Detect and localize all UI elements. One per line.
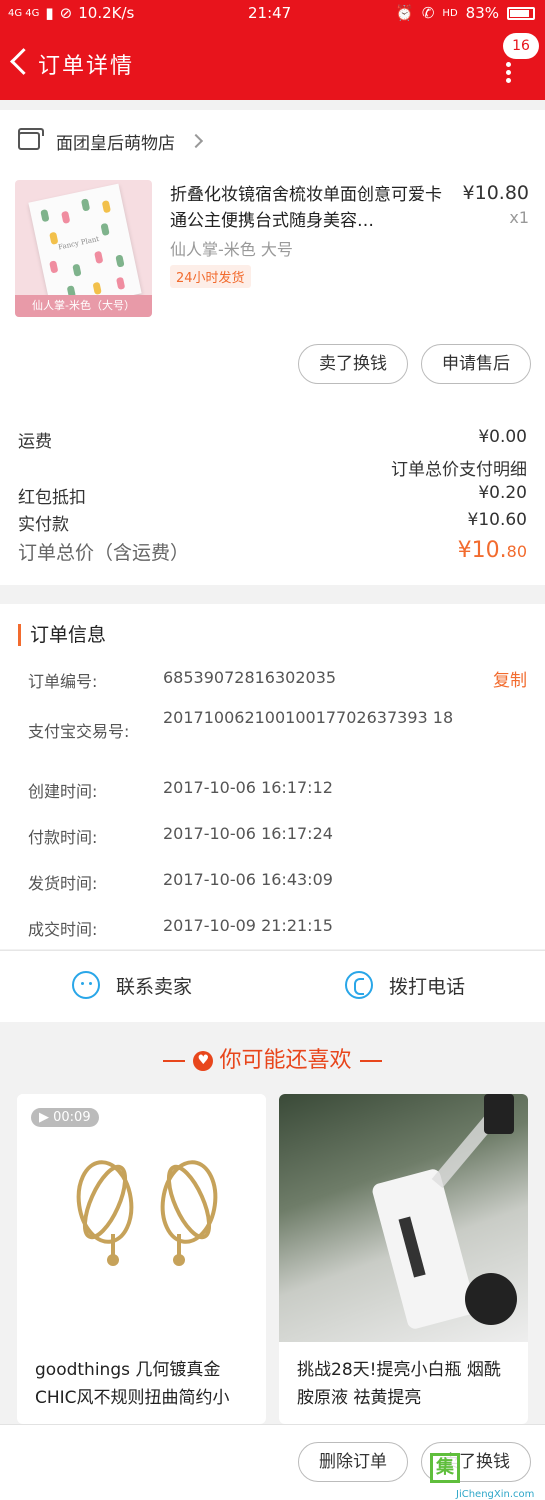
chevron-right-icon — [188, 133, 204, 149]
status-bar: 4G 4G ▮ ⊘ 10.2K/s 21:47 ⏰ ✆ HD 83% — [0, 0, 545, 28]
call-icon: ✆ — [421, 4, 435, 22]
battery-percent: 83% — [465, 4, 499, 22]
recommend-card-serum[interactable]: 挑战28天!提亮小白瓶 烟酰胺原液 祛黄提亮 — [279, 1094, 528, 1424]
arrow-left-decoration — [359, 1060, 382, 1062]
arrow-right-decoration — [163, 1060, 186, 1062]
alipay-no-label: 支付宝交易号: — [28, 722, 130, 741]
order-info-section: 订单信息 订单编号: 68539072816302035 复制 支付宝交易号: … — [0, 604, 545, 949]
shipping-fee-value: ¥0.00 — [478, 427, 527, 447]
top-bar: 4G 4G ▮ ⊘ 10.2K/s 21:47 ⏰ ✆ HD 83% 订单详情 … — [0, 0, 545, 100]
closed-time-value: 2017-10-09 21:21:15 — [163, 916, 333, 935]
bottom-action-bar: 删除订单 卖了换钱 集 JiChengXin.com — [0, 1424, 545, 1500]
message-count-badge[interactable]: 16 — [503, 33, 539, 59]
order-card: 面团皇后萌物店 Fancy Plant 仙人掌-米色（大号） 折叠化妆镜宿舍梳妆… — [0, 110, 545, 585]
product-quantity: x1 — [509, 208, 529, 227]
shipping-fee-label: 运费 — [18, 432, 52, 452]
shipping-tag: 24小时发货 — [170, 265, 251, 288]
product-image-title: Fancy Plant — [57, 234, 100, 252]
shipped-time-label: 发货时间: — [28, 874, 98, 893]
payment-detail-link[interactable]: 订单总价支付明细 — [391, 455, 527, 480]
redpacket-value: ¥0.20 — [478, 483, 527, 503]
after-sale-button[interactable]: 申请售后 — [421, 344, 531, 384]
video-duration-badge: ▶ 00:09 — [31, 1108, 99, 1127]
created-time-value: 2017-10-06 16:17:12 — [163, 778, 333, 797]
product-image[interactable]: Fancy Plant 仙人掌-米色（大号） — [15, 180, 152, 317]
more-menu-icon[interactable] — [506, 62, 512, 83]
order-number-value: 68539072816302035 — [163, 668, 337, 687]
shipping-fee-row: 运费 ¥0.00 — [18, 427, 527, 452]
hd-indicator: HD — [442, 7, 458, 19]
recommend-title: 你可能还喜欢 — [219, 1048, 352, 1073]
total-value-int: ¥10. — [457, 538, 507, 563]
store-icon — [18, 128, 44, 150]
no-disturb-icon: ⊘ — [59, 4, 73, 22]
clock: 21:47 — [248, 4, 292, 22]
total-value: ¥10.80 — [458, 538, 527, 563]
contact-bar: 联系卖家 拨打电话 — [0, 950, 545, 1022]
signal-icon: ▮ — [45, 4, 54, 22]
paid-time-label: 付款时间: — [28, 828, 98, 847]
paid-value: ¥10.60 — [467, 510, 527, 530]
phone-icon — [345, 971, 373, 999]
nav-row: 订单详情 — [0, 40, 545, 88]
order-info-title: 订单信息 — [18, 624, 106, 646]
chat-face-icon — [72, 971, 100, 999]
product-image-notebook: Fancy Plant — [28, 183, 142, 313]
heart-icon — [193, 1051, 214, 1071]
call-phone-label: 拨打电话 — [389, 975, 466, 998]
total-label: 订单总价（含运费） — [18, 542, 190, 564]
recommend-header: 你可能还喜欢 — [0, 1042, 545, 1074]
recommend-text-earrings: goodthings 几何镀真金CHIC风不规则扭曲简约小 — [35, 1360, 230, 1408]
closed-time-label: 成交时间: — [28, 920, 98, 939]
product-image-caption: 仙人掌-米色（大号） — [15, 295, 152, 317]
contact-seller-button[interactable]: 联系卖家 — [72, 971, 192, 999]
network-speed: 10.2K/s — [78, 4, 135, 22]
copy-button[interactable]: 复制 — [493, 666, 527, 691]
recommend-text-serum: 挑战28天!提亮小白瓶 烟酰胺原液 祛黄提亮 — [297, 1360, 501, 1408]
paid-row: 实付款 ¥10.60 — [18, 510, 527, 535]
total-row: 订单总价（含运费） ¥10.80 — [18, 538, 527, 565]
order-number-label: 订单编号: — [28, 672, 98, 691]
delete-order-button[interactable]: 删除订单 — [298, 1442, 408, 1482]
battery-icon — [507, 6, 535, 20]
shop-name: 面团皇后萌物店 — [56, 133, 175, 154]
shop-row[interactable]: 面团皇后萌物店 — [18, 126, 204, 156]
created-time-label: 创建时间: — [28, 782, 98, 801]
recommendations-section: 你可能还喜欢 ▶ 00:09 goodthings 几何镀真金CHIC风不规则扭… — [0, 1024, 545, 1424]
earrings-image: ▶ 00:09 — [17, 1094, 266, 1342]
redpacket-label: 红包抵扣 — [18, 488, 86, 508]
watermark-logo: 集 JiChengXin.com — [430, 1449, 542, 1500]
back-icon[interactable] — [8, 44, 32, 80]
alarm-icon: ⏰ — [395, 4, 414, 22]
earrings-illustration — [76, 1160, 218, 1266]
recommend-card-earrings[interactable]: ▶ 00:09 goodthings 几何镀真金CHIC风不规则扭曲简约小 — [17, 1094, 266, 1424]
shipped-time-value: 2017-10-06 16:43:09 — [163, 870, 333, 889]
watermark-site: JiChengXin.com — [456, 1489, 535, 1500]
product-price: ¥10.80 — [462, 182, 529, 204]
watermark-mark: 集 — [430, 1453, 460, 1483]
serum-image — [279, 1094, 528, 1342]
network-indicator: 4G 4G — [8, 7, 40, 19]
total-value-dec: 80 — [506, 542, 527, 561]
serum-illustration — [372, 1094, 517, 1329]
alipay-no-value: 20171006210010017702637393 18 — [163, 708, 454, 727]
redpacket-row: 红包抵扣 ¥0.20 — [18, 483, 527, 508]
sell-exchange-button[interactable]: 卖了换钱 — [298, 344, 408, 384]
paid-time-value: 2017-10-06 16:17:24 — [163, 824, 333, 843]
product-variant: 仙人掌-米色 大号 — [170, 240, 293, 259]
contact-seller-label: 联系卖家 — [116, 975, 193, 998]
call-phone-button[interactable]: 拨打电话 — [345, 971, 465, 999]
paid-label: 实付款 — [18, 515, 69, 535]
product-title[interactable]: 折叠化妆镜宿舍梳妆单面创意可爱卡通公主便携台式随身美容… — [170, 182, 450, 234]
page-title: 订单详情 — [38, 54, 135, 79]
